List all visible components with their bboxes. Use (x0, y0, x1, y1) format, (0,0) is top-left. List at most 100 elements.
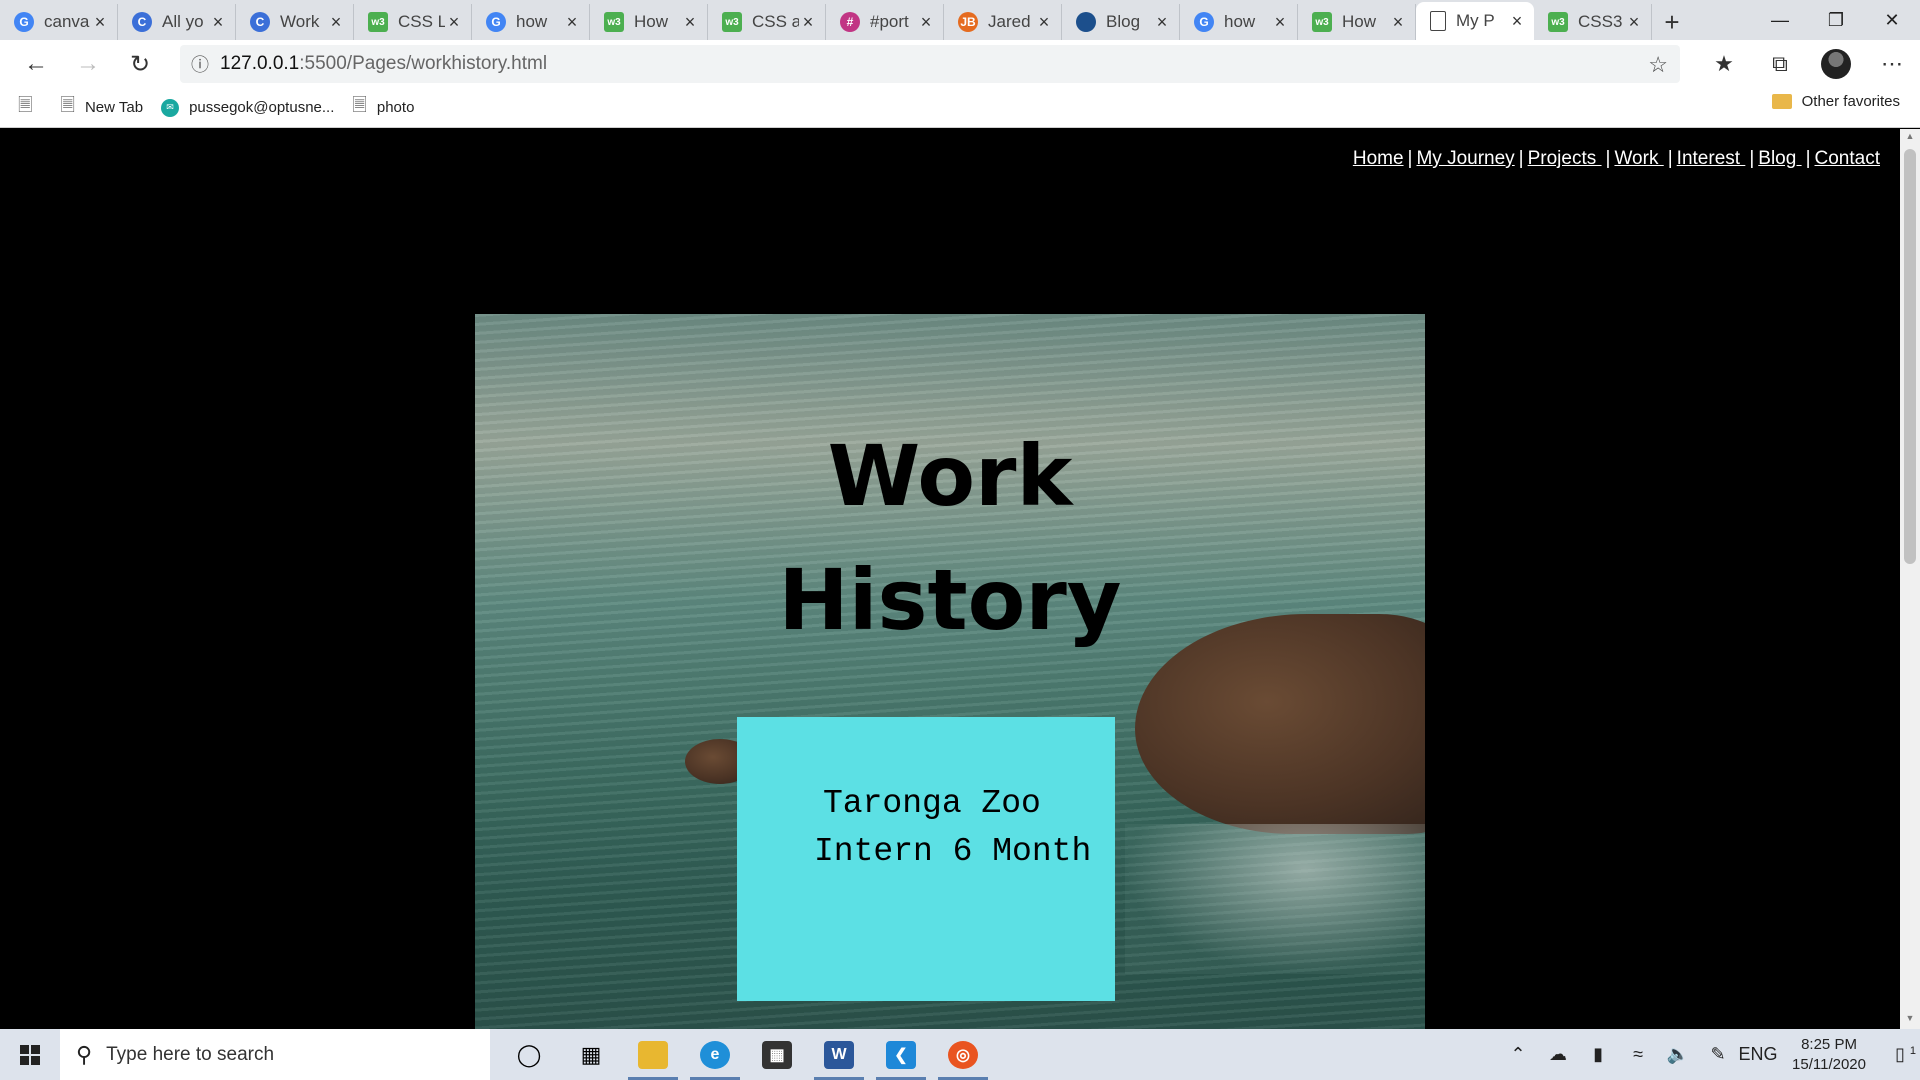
close-tab-icon[interactable]: × (1508, 12, 1526, 30)
scroll-thumb[interactable] (1904, 149, 1916, 564)
back-icon[interactable]: ← (10, 44, 62, 84)
scroll-down-icon[interactable]: ▼ (1900, 1013, 1920, 1029)
collections-icon[interactable]: ⧉ (1752, 44, 1808, 84)
nav-link-blog[interactable]: Blog (1758, 148, 1801, 169)
close-tab-icon[interactable]: × (799, 13, 817, 31)
browser-tab[interactable]: C All yo × (118, 4, 236, 40)
start-button[interactable] (0, 1029, 60, 1080)
nav-link-interest[interactable]: Interest (1677, 148, 1746, 169)
page-icon: 🗏 (60, 94, 75, 115)
scroll-up-icon[interactable]: ▲ (1900, 131, 1920, 147)
forward-icon[interactable]: → (62, 44, 114, 84)
taskbar-search[interactable]: ⚲ Type here to search (60, 1029, 490, 1080)
close-tab-icon[interactable]: × (1625, 13, 1643, 31)
favorite-star-icon[interactable]: ☆ (1648, 52, 1668, 78)
tab-label: My P (1456, 11, 1495, 30)
task-view-icon[interactable]: ▦ (560, 1029, 622, 1080)
page-viewport: Home | My Journey | Projects | Work | Interest… (0, 129, 1900, 1029)
clock[interactable]: 8:25 PM 15/11/2020 (1792, 1035, 1866, 1075)
refresh-icon[interactable]: ↻ (114, 44, 166, 84)
browser-tab[interactable]: w3 CSS L × (354, 4, 472, 40)
close-tab-icon[interactable]: × (681, 13, 699, 31)
tab-label: All yo (162, 12, 204, 31)
close-tab-icon[interactable]: × (1271, 13, 1289, 31)
tab-label: Blog (1106, 12, 1141, 31)
battery-icon[interactable]: ▮ (1578, 1044, 1618, 1065)
notifications-icon[interactable]: ▯ 1 (1880, 1044, 1920, 1065)
browser-tab[interactable]: Gcanva × (0, 4, 118, 40)
page-scrollbar[interactable]: ▲ ▼ (1900, 129, 1920, 1029)
nav-link-home[interactable]: Home (1353, 148, 1404, 169)
onedrive-icon[interactable]: ☁ (1538, 1044, 1578, 1065)
clock-time: 8:25 PM (1801, 1035, 1857, 1053)
close-tab-icon[interactable]: × (1389, 13, 1407, 31)
browser-tab[interactable]: Ghow × (472, 4, 590, 40)
wifi-icon[interactable]: ≈ (1618, 1044, 1658, 1065)
cortana-icon[interactable]: ◯ (498, 1029, 560, 1080)
close-tab-icon[interactable]: × (445, 13, 463, 31)
browser-tab[interactable]: C Work × (236, 4, 354, 40)
edge-icon[interactable]: e (684, 1029, 746, 1080)
avatar[interactable] (1821, 49, 1851, 79)
new-tab-button[interactable]: + (1652, 4, 1692, 40)
page-title: Work History (475, 414, 1425, 662)
close-tab-icon[interactable]: × (91, 13, 109, 31)
address-bar[interactable]: ⓘ 127.0.0.1:5500/Pages/workhistory.html … (180, 45, 1680, 83)
file-explorer-icon[interactable] (622, 1029, 684, 1080)
tab-label: How (634, 12, 669, 31)
job-role: Intern 6 Month (814, 833, 1092, 870)
wave-foam (1125, 824, 1425, 974)
close-tab-icon[interactable]: × (563, 13, 581, 31)
nav-link-contact[interactable]: Contact (1815, 148, 1880, 169)
browser-tab[interactable]: w3 How × (590, 4, 708, 40)
c-icon: C (250, 12, 270, 32)
tab-label: CSS L (398, 12, 445, 31)
vscode-icon[interactable]: ❮ (870, 1029, 932, 1080)
browser-tab[interactable]: Blog × (1062, 4, 1180, 40)
bookmark-photo[interactable]: 🗏 photo (352, 93, 414, 123)
close-tab-icon[interactable]: × (1153, 13, 1171, 31)
browser-tab[interactable]: w3 How × (1298, 4, 1416, 40)
language-indicator[interactable]: ENG (1738, 1044, 1778, 1065)
site-nav: Home | My Journey | Projects | Work | Interest… (1352, 148, 1880, 169)
job-card: Taronga Zoo Intern 6 Month (737, 717, 1115, 1001)
close-tab-icon[interactable]: × (327, 13, 345, 31)
browser-tab[interactable]: # #port × (826, 4, 944, 40)
title-line-1: Work (827, 427, 1073, 525)
pen-icon[interactable]: ✎ (1698, 1044, 1738, 1065)
chevron-up-icon[interactable]: ⌃ (1498, 1044, 1538, 1065)
url-host: 127.0.0.1 (220, 53, 300, 74)
favorites-list-icon[interactable]: ★ (1696, 44, 1752, 84)
browser-tab[interactable]: JB Jared × (944, 4, 1062, 40)
tab-label: Work (280, 12, 320, 31)
browser-tab[interactable]: w3 CSS a × (708, 4, 826, 40)
close-window-icon[interactable]: ✕ (1864, 0, 1920, 40)
volume-icon[interactable]: 🔈 (1658, 1044, 1698, 1065)
browser-tab[interactable]: Ghow × (1180, 4, 1298, 40)
hero-ocean-image: Work History Taronga Zoo Intern 6 Month (475, 314, 1425, 1029)
nav-link-projects[interactable]: Projects (1528, 148, 1602, 169)
store-icon[interactable]: ▦ (746, 1029, 808, 1080)
nav-link-work[interactable]: Work (1614, 148, 1663, 169)
browser-tab[interactable]: w3 CSS3 × (1534, 4, 1652, 40)
word-icon[interactable]: W (808, 1029, 870, 1080)
restore-icon[interactable]: ❐ (1808, 0, 1864, 40)
bookmark-new-tab[interactable]: 🗏 New Tab (60, 93, 143, 123)
google-icon: G (14, 12, 34, 32)
browser-tab[interactable]: My P × (1416, 2, 1534, 40)
other-favorites[interactable]: Other favorites (1771, 93, 1900, 110)
site-info-icon[interactable]: ⓘ (180, 51, 220, 77)
bookmark-email[interactable]: ✉ pussegok@optusne... (161, 93, 334, 123)
close-tab-icon[interactable]: × (1035, 13, 1053, 31)
close-tab-icon[interactable]: × (209, 13, 227, 31)
minimize-icon[interactable]: — (1752, 0, 1808, 40)
close-tab-icon[interactable]: × (917, 13, 935, 31)
more-menu-icon[interactable]: ⋯ (1864, 44, 1920, 84)
instagram-icon: # (840, 12, 860, 32)
ubuntu-icon[interactable]: ◎ (932, 1029, 994, 1080)
bookmark-label: photo (376, 99, 415, 116)
nav-link-my-journey[interactable]: My Journey (1416, 148, 1514, 169)
windows-taskbar: ⚲ Type here to search ◯ ▦ e ▦ W ❮ ◎ ⌃ ☁ … (0, 1029, 1920, 1080)
bookmark-blank[interactable]: 🗏 (18, 93, 42, 123)
search-placeholder: Type here to search (106, 1043, 275, 1065)
